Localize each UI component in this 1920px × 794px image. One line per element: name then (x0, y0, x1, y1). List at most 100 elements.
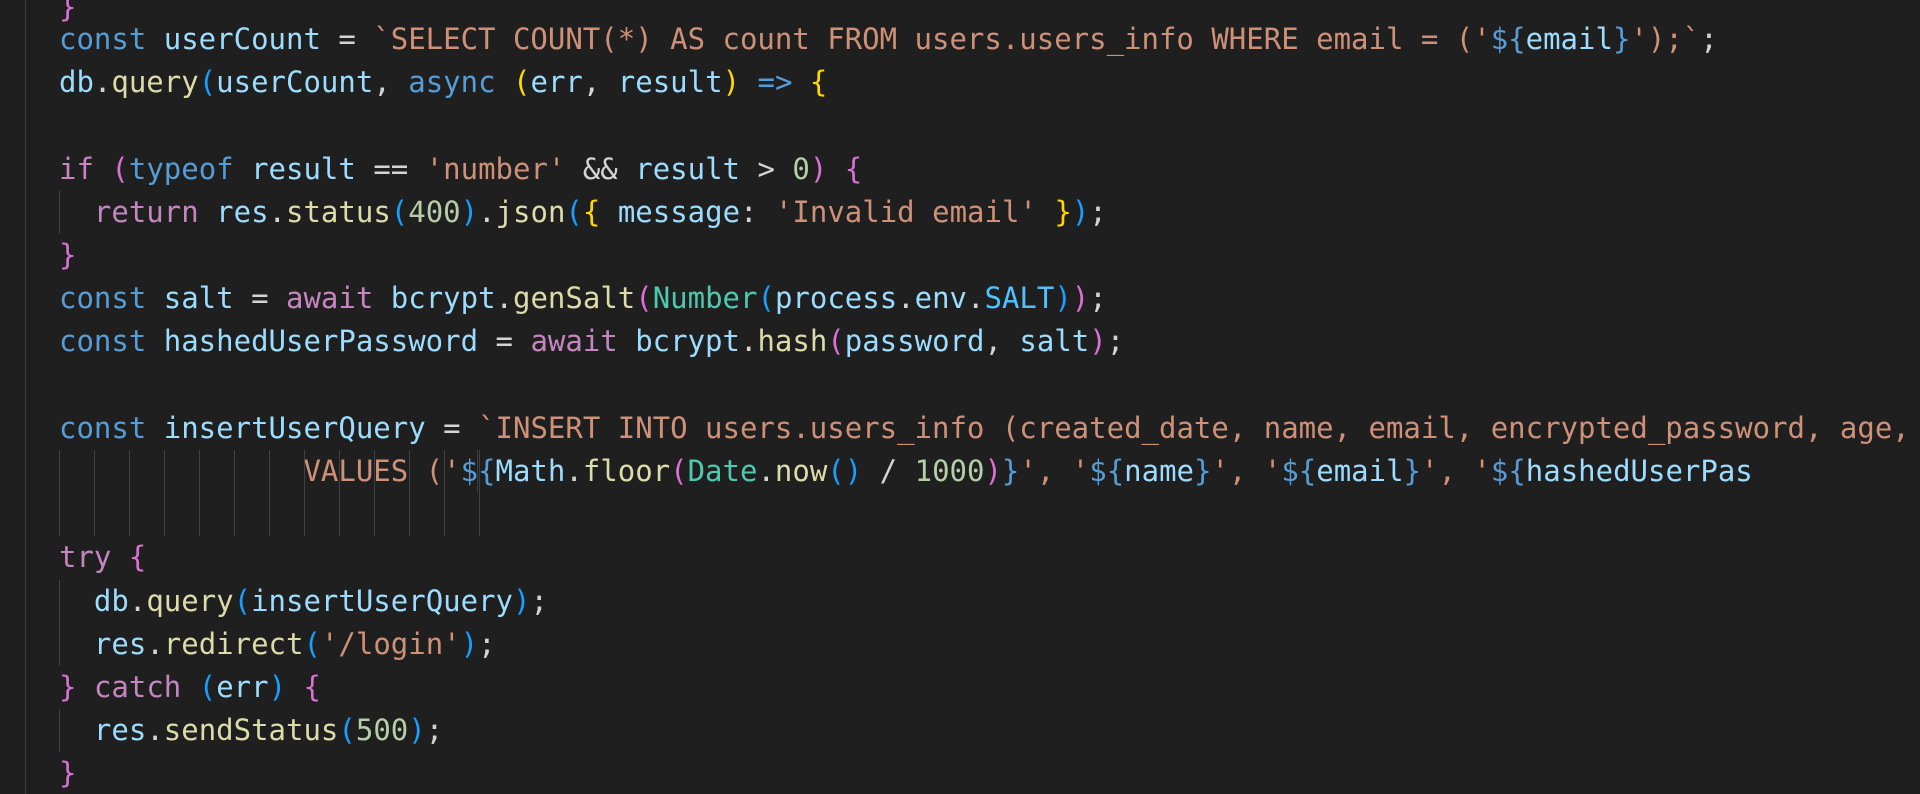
code-token: { (128, 540, 147, 575)
code-token: ( (670, 454, 688, 488)
code-token: typeof (128, 151, 234, 186)
code-token: name (1124, 454, 1194, 488)
indent-guide (374, 450, 375, 537)
code-token: { (582, 194, 601, 229)
code-token: try (59, 540, 112, 575)
code-token: db (59, 65, 94, 100)
code-line[interactable]: const userCount = `SELECT COUNT(*) AS co… (59, 18, 1718, 61)
code-token: hash (757, 324, 828, 359)
code-token: { (844, 151, 863, 186)
code-token: ) (408, 713, 426, 748)
code-token: } (1403, 454, 1422, 488)
code-token: email (1316, 454, 1404, 488)
code-token: result (635, 151, 740, 186)
code-token: ( (757, 281, 775, 316)
code-editor[interactable]: } const userCount = `SELECT COUNT(*) AS … (0, 0, 1920, 794)
indent-guide (444, 450, 445, 537)
code-token: email (1525, 22, 1613, 56)
code-token: = (478, 324, 531, 359)
code-token: userCount (216, 65, 374, 100)
code-token: } (1001, 454, 1020, 488)
code-token: query (111, 65, 199, 100)
code-token: ( (233, 583, 252, 618)
code-token: ) (1089, 324, 1107, 359)
code-token: , (373, 65, 409, 100)
code-line[interactable]: VALUES ('${Math.floor(Date.now() / 1000)… (59, 450, 1752, 493)
code-token: } (59, 670, 77, 704)
code-token: , (984, 324, 1020, 359)
code-line[interactable]: res.sendStatus(500); (59, 709, 443, 752)
indent-guide (199, 450, 200, 537)
code-token: ( (390, 194, 409, 229)
code-line[interactable]: db.query(insertUserQuery); (59, 580, 548, 623)
code-token: ; (1106, 324, 1125, 359)
code-token: ${ (1089, 454, 1125, 488)
code-token: status (286, 194, 391, 229)
code-token: ) (460, 194, 479, 229)
code-token: const (59, 22, 164, 56)
code-token: ( (198, 670, 217, 704)
indent-guide (269, 450, 270, 537)
indent-guide (479, 450, 480, 537)
code-token: Number (652, 281, 758, 316)
code-token: await (530, 324, 618, 359)
indent-guide (477, 450, 478, 494)
code-token: result (251, 151, 356, 186)
code-token: hashedUserPassword (163, 324, 479, 359)
code-token: . (128, 583, 147, 618)
indent-guide (339, 450, 340, 537)
code-token: floor (582, 454, 671, 488)
code-token: ${ (1281, 454, 1317, 488)
code-token: genSalt (513, 281, 636, 316)
code-token: insertUserQuery (163, 410, 426, 445)
code-token: ${ (1490, 22, 1526, 56)
indent-guide (59, 190, 60, 234)
code-token: insertUserQuery (251, 583, 513, 618)
code-line[interactable]: } (59, 234, 76, 277)
code-token: `INSERT INTO users.users_info (created_d… (478, 410, 1920, 445)
code-line[interactable]: try { (59, 536, 146, 579)
code-line[interactable]: res.redirect('/login'); (59, 623, 496, 666)
code-line[interactable]: return res.status(400).json({ message: '… (59, 191, 1107, 234)
code-token: { (809, 65, 828, 100)
code-line[interactable]: const insertUserQuery = `INSERT INTO use… (59, 407, 1920, 450)
code-token: bcrypt (635, 324, 740, 359)
code-token: ; (1089, 281, 1107, 316)
code-token: ; (425, 713, 444, 748)
code-token: / (862, 454, 915, 488)
code-token: const (59, 410, 164, 445)
code-line[interactable]: } (59, 752, 76, 794)
code-line[interactable]: db.query(userCount, async (err, result) … (59, 61, 827, 104)
code-line[interactable]: if (typeof result == 'number' && result … (59, 148, 862, 191)
code-token: ) (268, 670, 287, 704)
code-token: ( (513, 65, 531, 100)
code-token: 400 (408, 194, 461, 229)
code-token: message (617, 194, 741, 229)
code-token: = (233, 281, 286, 316)
code-line[interactable]: } catch (err) { (59, 666, 321, 709)
code-token: const (59, 324, 164, 359)
code-token: salt (1019, 324, 1090, 359)
code-token: . (565, 454, 583, 488)
code-token: => (757, 65, 793, 100)
code-line[interactable]: const hashedUserPassword = await bcrypt.… (59, 320, 1124, 363)
code-line[interactable]: const salt = await bcrypt.genSalt(Number… (59, 277, 1107, 320)
indent-guide (409, 450, 410, 537)
code-token: userCount (163, 22, 321, 56)
code-token: ; (1089, 194, 1107, 229)
code-token: ', ' (1211, 454, 1282, 488)
code-token: sendStatus (163, 713, 339, 748)
code-token: 0 (792, 151, 810, 186)
indent-guide (59, 450, 60, 537)
code-token: ( (338, 713, 356, 748)
code-token: 1000 (914, 454, 985, 488)
code-token: . (146, 713, 164, 748)
code-token: } (1054, 194, 1072, 229)
